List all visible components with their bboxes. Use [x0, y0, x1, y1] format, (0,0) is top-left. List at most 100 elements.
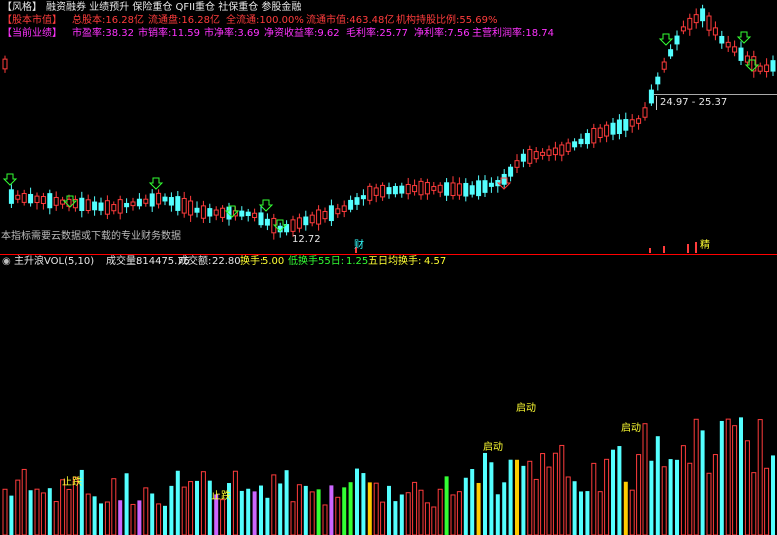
candle-body [437, 184, 443, 193]
candle-body [405, 184, 411, 195]
volume-bar [150, 493, 155, 535]
start-label-2: 启动 [516, 403, 536, 414]
volume-bar [169, 485, 174, 535]
volume-bar [629, 489, 635, 535]
candle-body [725, 41, 731, 48]
candle-body [591, 127, 597, 144]
volume-bar [744, 440, 750, 535]
volume-bar [181, 486, 187, 535]
avg5-turnover-label: 五日均换手: [368, 256, 422, 267]
volume-bar [424, 502, 430, 535]
volume-bar [265, 497, 270, 535]
volume-bar [207, 480, 212, 535]
volume-bar [130, 503, 136, 535]
volume-bar [771, 455, 775, 535]
candle-body [584, 133, 590, 145]
finance-mark[interactable]: 财 [354, 240, 364, 252]
volume-bar [565, 476, 571, 535]
low-turnover-value: 1.25 [346, 256, 369, 267]
candle-body [130, 201, 136, 207]
volume-bar [687, 462, 693, 535]
turnover-label: 换手: [240, 256, 264, 267]
candle-body [28, 193, 34, 204]
volume-bar [387, 485, 391, 535]
volume-bar [175, 470, 180, 535]
volume-bar [751, 472, 757, 535]
candle-body [648, 89, 654, 104]
volume-bar [675, 459, 679, 535]
volume-bar [521, 465, 526, 535]
volume-bar [290, 501, 296, 535]
volume-bar [303, 485, 308, 535]
volume-bar [309, 491, 315, 535]
candle-body [220, 207, 226, 218]
volume-bar [725, 418, 731, 535]
candle-body [386, 187, 392, 195]
volume-bar [668, 459, 673, 535]
volume-bar [719, 420, 724, 535]
candle-body [456, 183, 462, 196]
candle-body [578, 138, 584, 145]
volume-bar [278, 483, 283, 535]
candle-body [111, 204, 117, 212]
volume-bar [617, 446, 622, 535]
candle-body [40, 196, 46, 204]
volume-bar [329, 485, 334, 535]
candle-body [693, 14, 699, 24]
indicator-name[interactable]: 主升浪VOL(5,10) [14, 256, 94, 268]
candle-body [188, 200, 194, 216]
volume-bar [85, 493, 91, 535]
finance-mark-2[interactable]: 精 [700, 240, 710, 252]
candle-body [527, 149, 533, 164]
candle-body [162, 196, 168, 202]
volume-bar [239, 490, 244, 535]
volume-bar [246, 488, 251, 535]
candle-body [335, 208, 341, 215]
volume-bar [572, 481, 577, 535]
candle-body [540, 151, 546, 156]
volume-bar [335, 496, 341, 535]
volume-label: 成交量: [106, 256, 140, 267]
volume-bar [533, 478, 539, 535]
volume-bar [367, 482, 372, 535]
candle-body [450, 182, 456, 197]
volume-bar [188, 481, 194, 535]
candle-body [488, 182, 494, 187]
volume-bar [163, 505, 167, 535]
candle-body [252, 212, 258, 219]
candle-body [770, 60, 776, 72]
indicator-toggle-icon[interactable]: ◉ [2, 256, 11, 268]
volume-bar [28, 490, 33, 535]
signal-arrow-icon [258, 199, 274, 212]
volume-bar [546, 466, 552, 535]
candle-body [380, 184, 386, 198]
volume-bar [348, 482, 353, 535]
volume-bar [156, 503, 162, 535]
candle-body [98, 202, 104, 211]
candle-body [706, 15, 712, 31]
volume-bar [495, 494, 500, 535]
volume-bar [412, 481, 418, 535]
volume-bar [9, 495, 14, 535]
volume-bar [2, 488, 8, 535]
volume-bar [655, 436, 660, 535]
candle-body [200, 205, 206, 219]
volume-bar [418, 489, 424, 535]
volume-bar [591, 462, 597, 535]
volume-bar [53, 501, 59, 535]
volume-bar [271, 474, 277, 535]
volume-bar [700, 430, 705, 535]
volume-bar [259, 485, 263, 535]
candle-body [367, 185, 373, 201]
volume-bar [463, 477, 468, 535]
candle-body [175, 196, 181, 211]
signal-arrow-icon [736, 31, 752, 44]
volume-bar [118, 500, 123, 535]
candle-body [482, 180, 488, 193]
candle-body [636, 118, 642, 124]
candle-body [213, 209, 219, 216]
volume-bar [680, 445, 686, 535]
candle-body [597, 127, 603, 138]
volume-bar [712, 454, 718, 535]
candle-body [552, 147, 558, 156]
